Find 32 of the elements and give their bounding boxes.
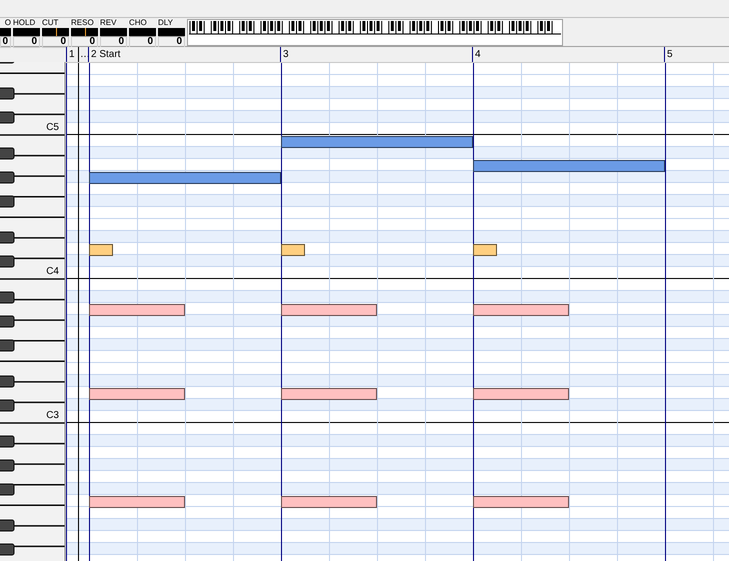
note-block[interactable] <box>89 388 185 400</box>
octave-label: C5 <box>46 123 59 133</box>
note-block[interactable] <box>473 244 497 256</box>
effect-label: DLY <box>158 18 174 27</box>
note-block[interactable] <box>281 136 473 148</box>
note-block[interactable] <box>473 304 569 316</box>
note-block[interactable] <box>473 160 665 172</box>
effect-label: HOLD <box>13 18 36 27</box>
note-block[interactable] <box>89 304 185 316</box>
effect-label: CHO <box>129 18 148 27</box>
note-block[interactable] <box>89 172 281 184</box>
effect-value: 0 <box>42 36 69 48</box>
note-block[interactable] <box>281 244 305 256</box>
effect-label: CUT <box>42 18 60 27</box>
note-block[interactable] <box>473 388 569 400</box>
effect-value: 0 <box>0 36 11 48</box>
effect-label: O <box>4 18 11 27</box>
note-block[interactable] <box>281 388 377 400</box>
note-block[interactable] <box>281 496 377 508</box>
note-block[interactable] <box>473 496 569 508</box>
note-block[interactable] <box>281 304 377 316</box>
note-block[interactable] <box>89 244 113 256</box>
effect-meter[interactable] <box>42 28 69 36</box>
effect-value: 0 <box>13 36 40 48</box>
effect-label: REV <box>100 18 118 27</box>
effect-meter[interactable] <box>71 28 98 36</box>
note-block[interactable] <box>89 496 185 508</box>
octave-label: C4 <box>46 267 59 277</box>
keyboard-drawing[interactable] <box>187 19 563 46</box>
piano-keyboard-drawing[interactable] <box>0 62 66 561</box>
octave-label: C3 <box>46 411 59 421</box>
effect-label: RESO <box>71 18 95 27</box>
